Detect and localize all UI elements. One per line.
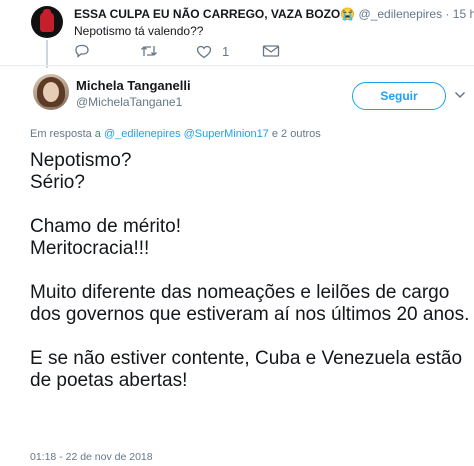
chevron-down-icon[interactable] xyxy=(454,88,466,102)
tweet-body: Nepotismo? Sério? Chamo de mérito! Merit… xyxy=(30,150,470,391)
direct-message-button[interactable] xyxy=(262,44,280,58)
avatar-edilenepires[interactable] xyxy=(31,6,63,38)
main-display-name[interactable]: Michela Tanganelli xyxy=(76,78,191,93)
reply-prefix: Em resposta a xyxy=(30,128,101,140)
thread-connector-line xyxy=(46,40,48,68)
prev-handle[interactable]: @_edilenepires xyxy=(359,7,443,21)
crying-emoji: 😭 xyxy=(340,7,356,21)
follow-button[interactable]: Seguir xyxy=(352,82,446,110)
heart-icon xyxy=(196,45,212,58)
reply-context: Em resposta a @_edilenepires @SuperMinio… xyxy=(30,128,321,140)
main-handle[interactable]: @MichelaTangane1 xyxy=(76,95,182,109)
prev-time[interactable]: 15 h xyxy=(453,7,474,21)
reply-icon xyxy=(75,44,89,58)
envelope-icon xyxy=(262,45,280,57)
tweet-timestamp[interactable]: 01:18 - 22 de nov de 2018 xyxy=(30,451,153,463)
like-count: 1 xyxy=(222,44,230,59)
tweet-divider xyxy=(0,65,474,66)
like-button[interactable]: 1 xyxy=(196,44,229,59)
retweet-button[interactable] xyxy=(140,44,158,58)
separator-dot: · xyxy=(445,7,450,21)
prev-display-name[interactable]: ESSA CULPA EU NÃO CARREGO, VAZA BOZO xyxy=(74,7,340,21)
retweet-icon xyxy=(141,46,157,56)
reply-mentions[interactable]: @_edilenepires @SuperMinion17 xyxy=(104,128,269,140)
raised-fist-icon xyxy=(40,9,54,32)
prev-tweet-header: ESSA CULPA EU NÃO CARREGO, VAZA BOZO😭 @_… xyxy=(74,7,474,21)
reply-button[interactable] xyxy=(74,44,90,58)
avatar-michela[interactable] xyxy=(33,74,69,110)
reply-suffix[interactable]: e 2 outros xyxy=(272,128,321,140)
prev-tweet-text: Nepotismo tá valendo?? xyxy=(74,24,204,38)
